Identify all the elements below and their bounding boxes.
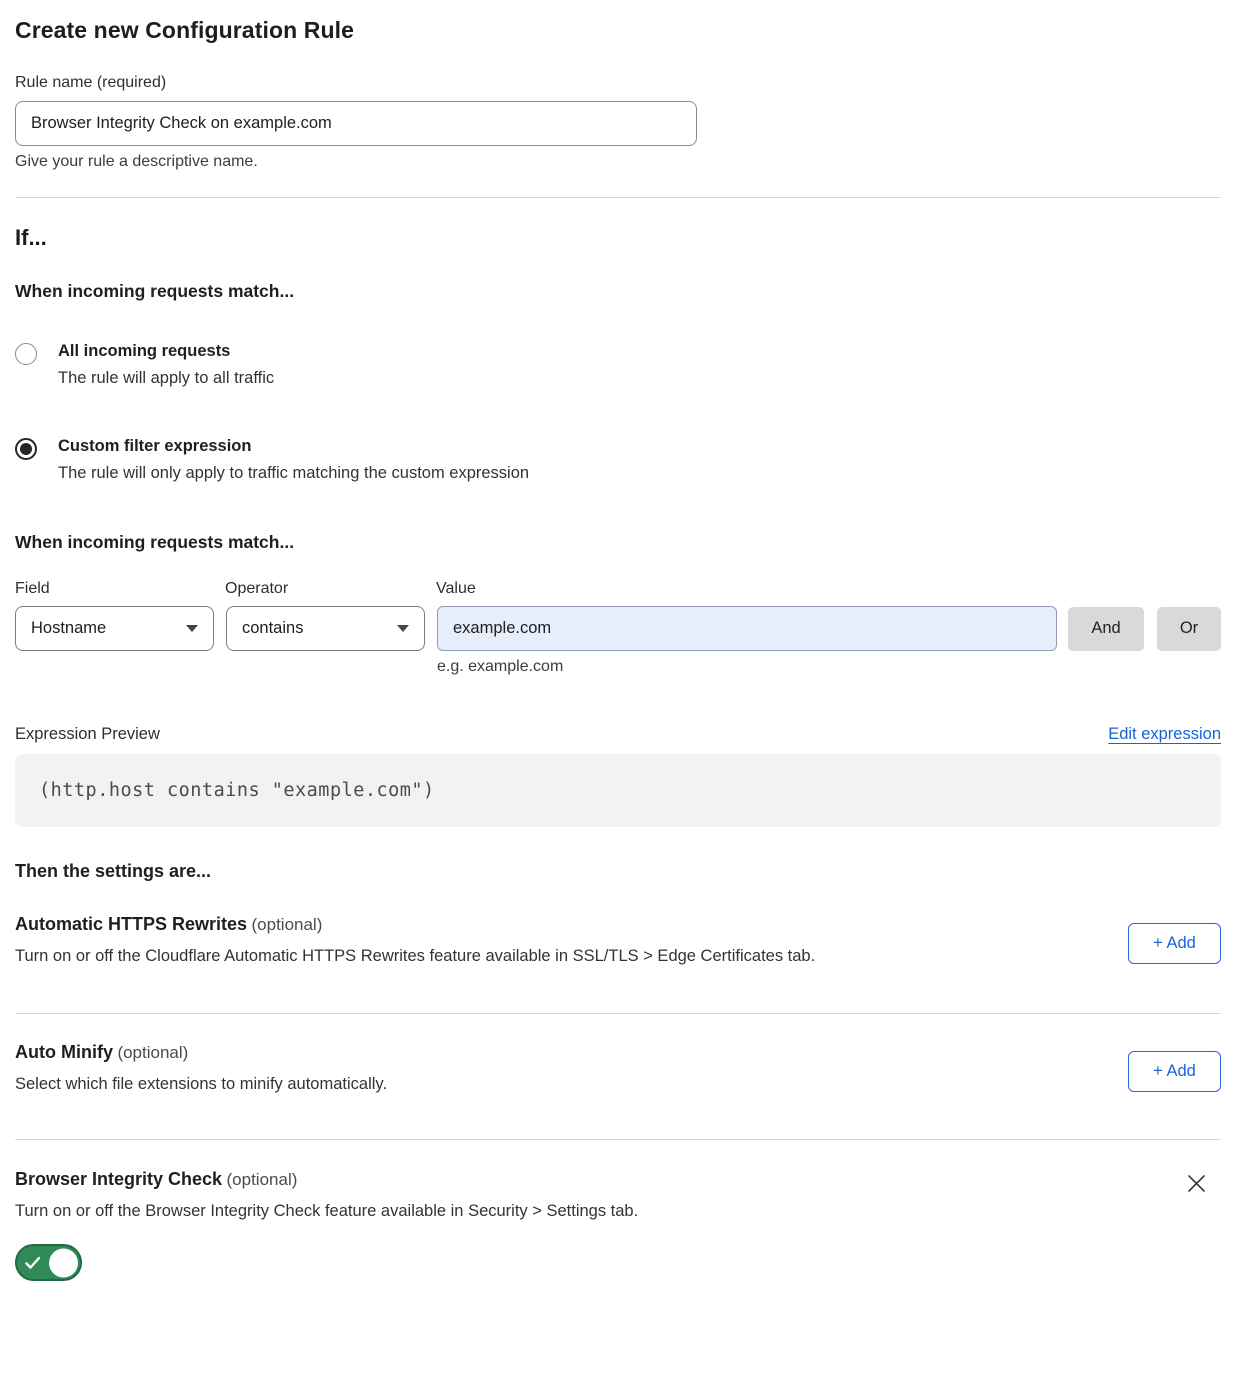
setting-description: Turn on or off the Cloudflare Automatic …: [15, 947, 815, 966]
value-helper: e.g. example.com: [437, 658, 1221, 676]
match-heading: When incoming requests match...: [15, 281, 1221, 302]
divider: [15, 1139, 1221, 1140]
chevron-down-icon: [186, 625, 198, 632]
builder-heading: When incoming requests match...: [15, 532, 1221, 553]
setting-title: Automatic HTTPS Rewrites: [15, 914, 247, 934]
setting-description: Turn on or off the Browser Integrity Che…: [15, 1202, 638, 1221]
setting-title: Auto Minify: [15, 1042, 113, 1062]
expression-preview-label: Expression Preview: [15, 725, 160, 744]
divider: [15, 197, 1221, 198]
expression-preview-code-block: (http.host contains "example.com"): [15, 754, 1221, 827]
optional-tag: (optional): [227, 1170, 298, 1189]
radio-option-description: The rule will only apply to traffic matc…: [58, 464, 529, 483]
toggle-knob: [49, 1248, 78, 1277]
setting-description: Select which file extensions to minify a…: [15, 1075, 387, 1094]
operator-select-value: contains: [242, 619, 303, 638]
radio-option-custom-filter[interactable]: Custom filter expression The rule will o…: [15, 437, 1221, 483]
add-auto-minify-button[interactable]: + Add: [1128, 1051, 1221, 1092]
divider: [15, 1013, 1221, 1014]
add-automatic-https-rewrites-button[interactable]: + Add: [1128, 923, 1221, 964]
rule-name-helper: Give your rule a descriptive name.: [15, 153, 1221, 171]
check-icon: [25, 1256, 41, 1270]
page-title: Create new Configuration Rule: [15, 17, 1221, 44]
chevron-down-icon: [397, 625, 409, 632]
field-column-label: Field: [15, 580, 225, 598]
setting-title: Browser Integrity Check: [15, 1169, 222, 1189]
or-button[interactable]: Or: [1157, 607, 1221, 651]
create-configuration-rule-form: Create new Configuration Rule Rule name …: [0, 0, 1237, 1286]
settings-heading: Then the settings are...: [15, 861, 1221, 882]
expression-code: (http.host contains "example.com"): [39, 780, 435, 801]
rule-name-input[interactable]: [15, 101, 697, 146]
close-icon[interactable]: [1184, 1171, 1209, 1196]
edit-expression-link[interactable]: Edit expression: [1108, 725, 1221, 744]
radio-option-all-requests[interactable]: All incoming requests The rule will appl…: [15, 342, 1221, 388]
optional-tag: (optional): [117, 1043, 188, 1062]
optional-tag: (optional): [252, 915, 323, 934]
if-heading: If...: [15, 225, 1221, 251]
setting-section-automatic-https-rewrites: Automatic HTTPS Rewrites (optional) Turn…: [15, 914, 1221, 966]
browser-integrity-check-toggle[interactable]: [15, 1244, 82, 1281]
value-input[interactable]: [437, 606, 1057, 651]
radio-button-unselected[interactable]: [15, 343, 37, 365]
operator-column-label: Operator: [225, 580, 436, 598]
value-column-label: Value: [436, 580, 476, 598]
rule-name-label: Rule name (required): [15, 74, 1221, 92]
field-select[interactable]: Hostname: [15, 606, 214, 651]
radio-option-label: All incoming requests: [58, 342, 274, 361]
radio-option-description: The rule will apply to all traffic: [58, 369, 274, 388]
setting-section-browser-integrity-check: Browser Integrity Check (optional) Turn …: [15, 1169, 1221, 1286]
setting-section-auto-minify: Auto Minify (optional) Select which file…: [15, 1042, 1221, 1094]
radio-button-selected[interactable]: [15, 438, 37, 460]
field-select-value: Hostname: [31, 619, 106, 638]
and-button[interactable]: And: [1068, 607, 1144, 651]
operator-select[interactable]: contains: [226, 606, 425, 651]
radio-option-label: Custom filter expression: [58, 437, 529, 456]
